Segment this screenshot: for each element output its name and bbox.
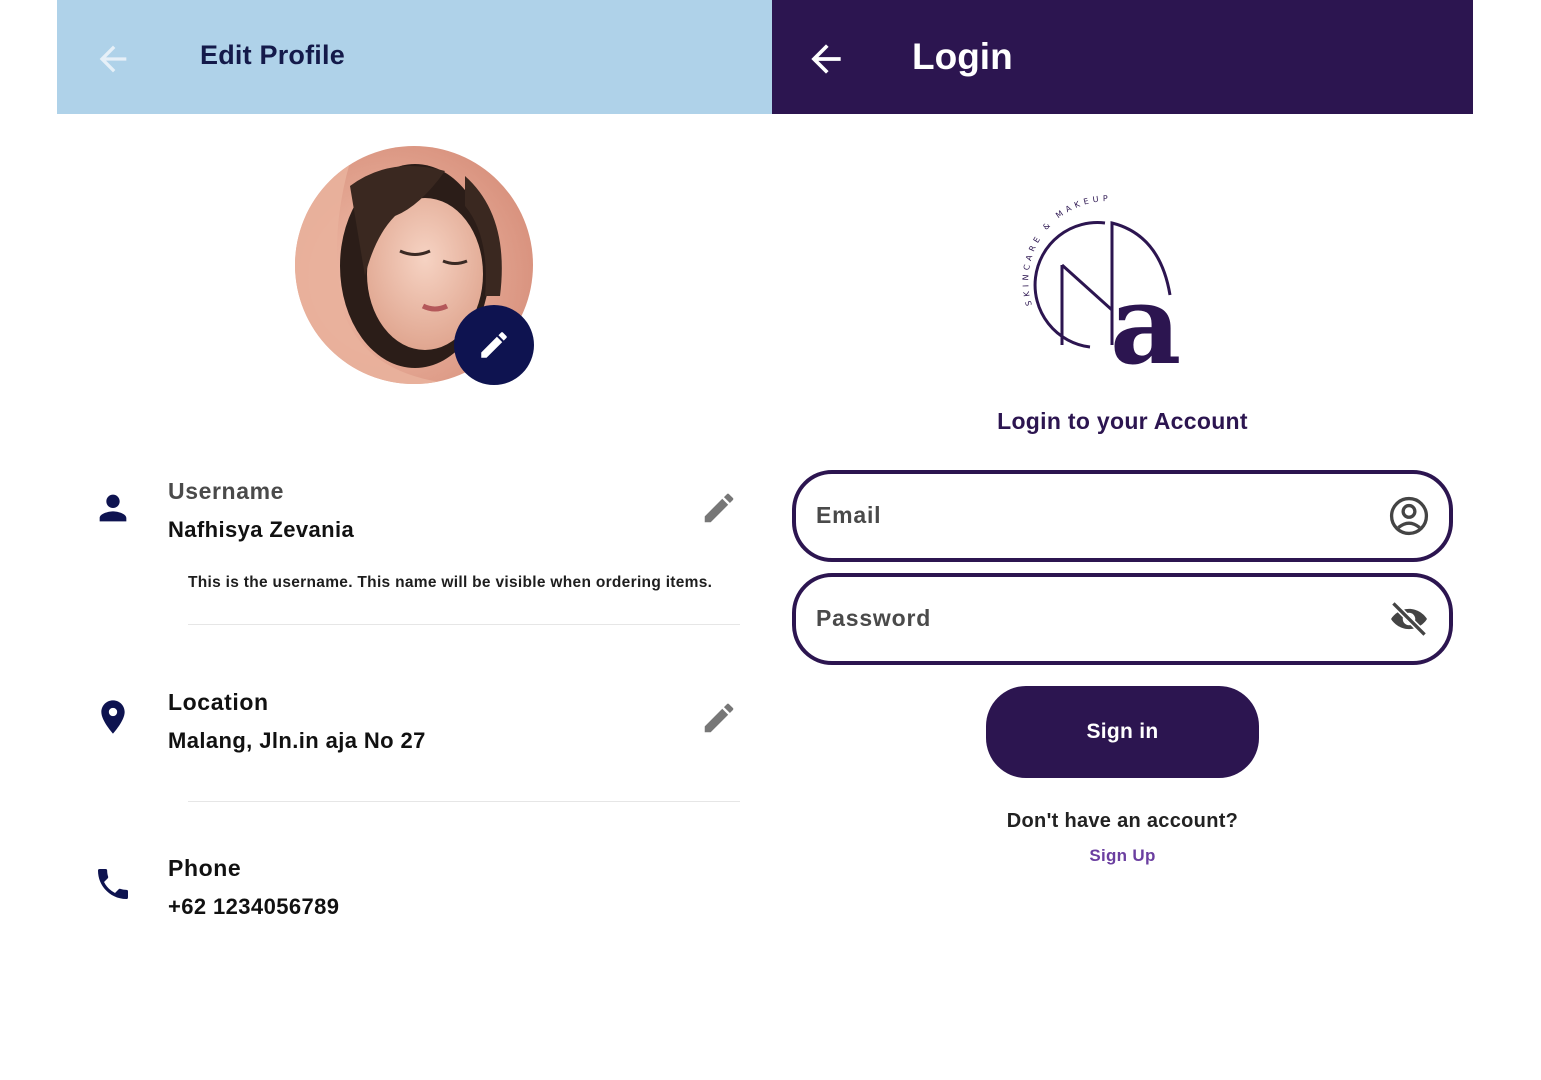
avatar-edit-button[interactable] — [454, 305, 534, 385]
page-title: Login — [912, 36, 1013, 77]
phone-icon — [98, 869, 128, 899]
no-account-text: Don't have an account? — [1006, 810, 1239, 832]
location-label: Location — [168, 689, 269, 715]
page-title: Edit Profile — [200, 40, 345, 70]
phone-label: Phone — [168, 855, 242, 881]
divider — [188, 624, 740, 625]
brand-logo: SKINCARE & MAKEUP a — [1010, 194, 1220, 389]
person-icon — [99, 494, 127, 522]
profile-app-bar: Edit Profile — [57, 0, 772, 114]
pencil-icon[interactable] — [700, 489, 738, 527]
phone-value: +62 1234056789 — [168, 894, 340, 919]
username-value: Nafhisya Zevania — [168, 517, 355, 542]
email-field[interactable]: Email — [792, 470, 1453, 562]
email-placeholder: Email — [816, 502, 882, 528]
location-pin-icon — [101, 700, 125, 734]
login-app-bar: Login — [772, 0, 1473, 114]
arrow-back-icon[interactable] — [93, 39, 133, 79]
logo-mark: SKINCARE & MAKEUP a — [1021, 194, 1181, 389]
pencil-icon[interactable] — [700, 699, 738, 737]
login-heading: Login to your Account — [997, 408, 1248, 434]
account-circle-icon — [1389, 496, 1429, 536]
location-value: Malang, Jln.in aja No 27 — [168, 728, 426, 753]
sign-up-link[interactable]: Sign Up — [772, 846, 1473, 866]
pencil-icon — [481, 332, 507, 358]
login-screen: Login SKINCARE & MAKEUP a Login to your … — [772, 0, 1473, 1080]
eye-off-icon[interactable] — [1387, 597, 1431, 641]
divider — [188, 801, 740, 802]
password-field[interactable]: Password — [792, 573, 1453, 665]
logo-monogram: a — [1110, 260, 1181, 375]
password-placeholder: Password — [816, 605, 932, 631]
screen: Edit Profile Username Nafhisya Zevania T… — [0, 0, 1541, 1080]
edit-profile-screen: Edit Profile Username Nafhisya Zevania T… — [57, 0, 772, 1080]
username-hint: This is the username. This name will be … — [188, 574, 713, 591]
username-label: Username — [168, 478, 285, 504]
arrow-back-icon[interactable] — [804, 37, 848, 81]
sign-in-button[interactable]: Sign in — [986, 686, 1259, 778]
